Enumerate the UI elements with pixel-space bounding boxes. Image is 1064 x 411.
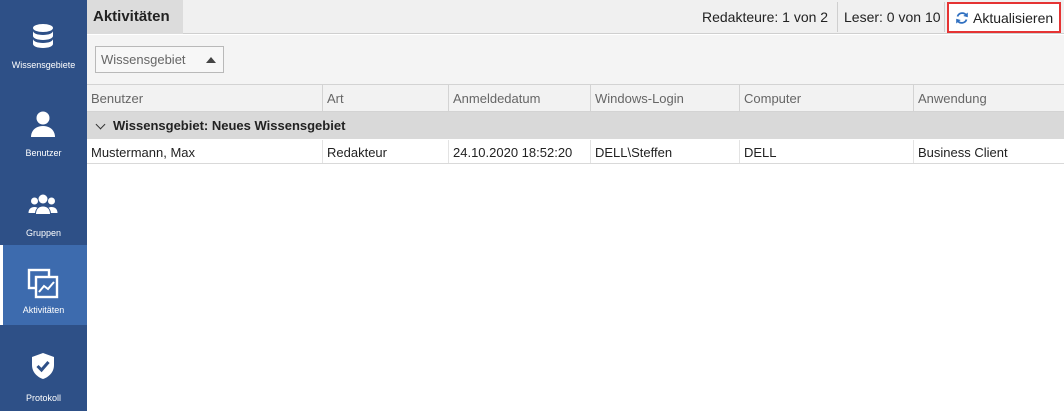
sidebar-item-label: Wissensgebiete	[11, 60, 76, 70]
column-header-windows-login[interactable]: Windows-Login	[590, 85, 739, 112]
refresh-icon	[956, 12, 968, 24]
group-icon	[28, 194, 58, 214]
cell-art: Redakteur	[322, 140, 448, 163]
group-panel: Wissensgebiet	[87, 35, 1064, 84]
group-by-chip[interactable]: Wissensgebiet	[95, 46, 224, 73]
cell-windows-login: DELL\Steffen	[590, 140, 739, 163]
sidebar-item-benutzer[interactable]: Benutzer	[0, 88, 87, 168]
chevron-down-icon[interactable]	[95, 119, 106, 130]
cell-anmeldedatum: 24.10.2020 18:52:20	[448, 140, 590, 163]
cell-anwendung: Business Client	[913, 140, 1064, 163]
group-row[interactable]: Wissensgebiet: Neues Wissensgebiet	[87, 112, 1064, 139]
column-header-benutzer[interactable]: Benutzer	[87, 85, 322, 112]
sidebar-item-label: Aktivitäten	[22, 305, 65, 315]
sidebar-item-label: Gruppen	[25, 228, 62, 238]
shield-check-icon	[32, 353, 54, 379]
refresh-button[interactable]: Aktualisieren	[947, 2, 1061, 33]
sidebar-item-label: Benutzer	[25, 148, 62, 158]
column-header-anmeldedatum[interactable]: Anmeldedatum	[448, 85, 590, 112]
group-by-label: Wissensgebiet	[101, 52, 186, 67]
column-header-anwendung[interactable]: Anwendung	[913, 85, 1064, 112]
cell-benutzer: Mustermann, Max	[91, 145, 196, 160]
divider	[944, 2, 945, 32]
sidebar-item-wissensgebiete[interactable]: Wissensgebiete	[0, 0, 87, 80]
readers-count: Leser: 0 von 10	[844, 9, 941, 25]
sidebar: Wissensgebiete Benutzer Gruppen Aktivitä…	[0, 0, 87, 411]
column-header-art[interactable]: Art	[322, 85, 448, 112]
sidebar-item-label: Protokoll	[25, 393, 61, 403]
grid-header: Benutzer Art Anmeldedatum Windows-Login …	[87, 84, 1064, 112]
app-window: Wissensgebiete Benutzer Gruppen Aktivitä…	[0, 0, 1064, 411]
table-row[interactable]: Mustermann, Max Redakteur 24.10.2020 18:…	[87, 140, 1064, 164]
header-bar: Aktivitäten Redakteure: 1 von 2 Leser: 0…	[87, 0, 1064, 34]
column-header-computer[interactable]: Computer	[739, 85, 913, 112]
activity-icon	[27, 268, 59, 299]
sidebar-item-gruppen[interactable]: Gruppen	[0, 168, 87, 248]
page-title: Aktivitäten	[87, 0, 183, 34]
editors-count: Redakteure: 1 von 2	[702, 9, 829, 25]
user-icon	[31, 111, 55, 137]
sidebar-item-protokoll[interactable]: Protokoll	[0, 330, 87, 410]
sidebar-item-aktivitaeten[interactable]: Aktivitäten	[0, 245, 87, 325]
sort-up-icon	[206, 57, 216, 63]
divider	[837, 2, 838, 32]
cell-computer: DELL	[739, 140, 913, 163]
refresh-label: Aktualisieren	[973, 10, 1054, 26]
group-row-label: Wissensgebiet: Neues Wissensgebiet	[113, 118, 346, 133]
database-icon	[33, 24, 53, 48]
